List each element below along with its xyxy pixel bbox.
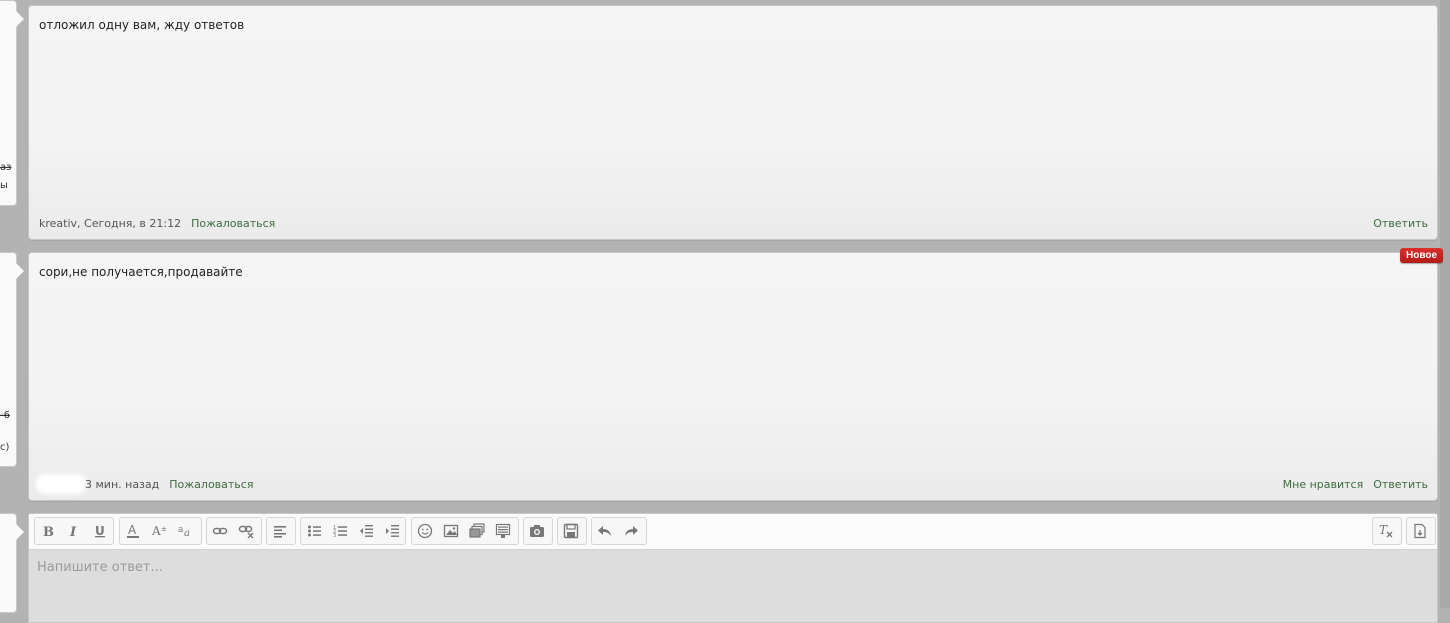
save-group (557, 517, 587, 545)
message-actions: Ответить (1373, 217, 1428, 230)
font-color-icon[interactable]: A (120, 518, 146, 544)
message-author[interactable]: kreativ (39, 217, 77, 230)
like-link[interactable]: Мне нравится (1283, 478, 1364, 491)
media-icon[interactable] (490, 518, 516, 544)
message-2: сори,не получается,продавайте 3 мин. наз… (28, 252, 1438, 501)
report-link[interactable]: Пожаловаться (191, 217, 275, 230)
left-fragment-3: -6 (0, 410, 10, 421)
svg-text:A: A (128, 523, 137, 537)
format-group: B I U (34, 517, 114, 545)
list-group: 123 (300, 517, 406, 545)
message-actions: Мне нравится Ответить (1283, 478, 1428, 491)
source-toggle-icon[interactable] (1407, 518, 1433, 544)
editor-toolbar: B I U A A ± aa 123 T (29, 514, 1437, 550)
left-user-panel-2: -6 с) (0, 252, 24, 467)
report-link[interactable]: Пожаловаться (169, 478, 253, 491)
clear-format-icon[interactable]: T (1373, 518, 1399, 544)
save-icon[interactable] (558, 518, 584, 544)
bold-icon[interactable]: B (35, 518, 61, 544)
indent-icon[interactable] (379, 518, 405, 544)
redo-icon[interactable] (618, 518, 644, 544)
message-meta: 3 мин. назад Пожаловаться (39, 477, 253, 491)
message-text: сори,не получается,продавайте (39, 265, 243, 279)
svg-text:U: U (95, 524, 105, 538)
page-right-edge (1440, 0, 1450, 608)
reply-link[interactable]: Ответить (1373, 217, 1428, 230)
message-time: 3 мин. назад (85, 477, 160, 491)
redacted-author (39, 477, 83, 491)
svg-text:a: a (184, 528, 190, 539)
left-user-panel-3 (0, 513, 24, 613)
gallery-icon[interactable] (464, 518, 490, 544)
panel-arrow (16, 11, 24, 27)
message-1: отложил одну вам, жду ответов kreativ , … (28, 5, 1438, 240)
source-group (1406, 517, 1436, 545)
align-group (266, 517, 296, 545)
left-fragment-4: с) (0, 442, 10, 453)
message-meta: kreativ , Сегодня, в 21:12 Пожаловаться (39, 217, 275, 230)
font-size-icon[interactable]: A ± (146, 518, 172, 544)
svg-text:B: B (43, 525, 54, 538)
svg-text:3: 3 (333, 533, 336, 538)
outdent-icon[interactable] (353, 518, 379, 544)
clear-format-group: T (1372, 517, 1402, 545)
svg-text:I: I (69, 525, 77, 538)
link-group (206, 517, 262, 545)
font-family-icon[interactable]: aa (172, 518, 198, 544)
reply-link[interactable]: Ответить (1373, 478, 1428, 491)
message-time: , Сегодня, в 21:12 (77, 217, 182, 230)
camera-icon[interactable] (524, 518, 550, 544)
panel-arrow (16, 263, 24, 279)
smiley-icon[interactable] (412, 518, 438, 544)
bulleted-list-icon[interactable] (301, 518, 327, 544)
message-text: отложил одну вам, жду ответов (39, 18, 245, 32)
insert-group (411, 517, 519, 545)
svg-text:A: A (151, 524, 161, 538)
link-icon[interactable] (207, 518, 233, 544)
history-group (591, 517, 647, 545)
camera-group (523, 517, 553, 545)
underline-icon[interactable]: U (87, 518, 113, 544)
reply-input[interactable]: Напишите ответ... (37, 560, 163, 575)
svg-text:T: T (1379, 523, 1388, 537)
new-badge: Новое (1399, 248, 1443, 263)
left-fragment-2: ы (0, 180, 8, 191)
align-left-icon[interactable] (267, 518, 293, 544)
undo-icon[interactable] (592, 518, 618, 544)
italic-icon[interactable]: I (61, 518, 87, 544)
reply-editor: B I U A A ± aa 123 T Напишите ответ... (28, 513, 1438, 623)
font-group: A A ± aa (119, 517, 202, 545)
left-user-panel-1: аз ы (0, 0, 24, 206)
svg-text:±: ± (161, 525, 167, 533)
image-icon[interactable] (438, 518, 464, 544)
panel-arrow (16, 524, 24, 540)
unlink-icon[interactable] (233, 518, 259, 544)
left-fragment-1: аз (0, 162, 12, 173)
numbered-list-icon[interactable]: 123 (327, 518, 353, 544)
